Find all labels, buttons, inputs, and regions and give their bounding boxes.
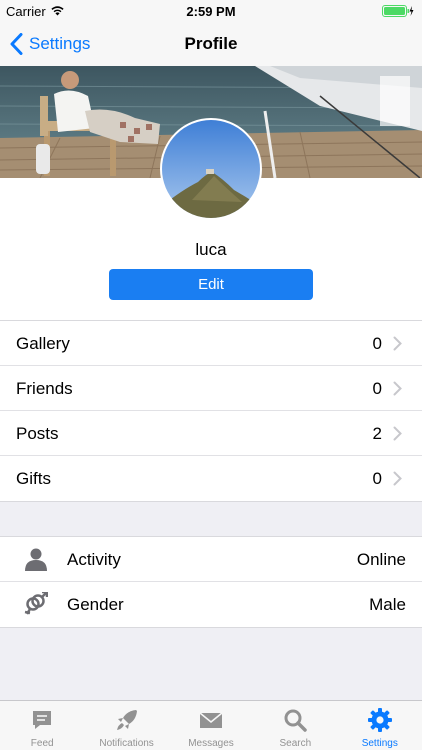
info-label: Gender bbox=[67, 595, 124, 614]
gifts-row[interactable]: Gifts 0 bbox=[0, 456, 422, 501]
tab-feed[interactable]: Feed bbox=[0, 701, 84, 750]
chevron-right-icon bbox=[393, 426, 402, 441]
status-bar: Carrier 2:59 PM bbox=[0, 0, 422, 22]
activity-row: Activity Online bbox=[0, 537, 422, 582]
gender-icon bbox=[24, 592, 48, 615]
chevron-right-icon bbox=[393, 336, 402, 351]
info-list: Activity Online Gender Male bbox=[0, 536, 422, 628]
stat-count: 0 bbox=[372, 334, 382, 353]
tab-label: Notifications bbox=[99, 738, 154, 749]
edit-profile-button[interactable]: Edit bbox=[109, 269, 313, 300]
gear-icon bbox=[338, 708, 422, 732]
stat-label: Friends bbox=[16, 379, 73, 398]
search-icon bbox=[253, 708, 337, 732]
tab-messages[interactable]: Messages bbox=[169, 701, 253, 750]
stat-label: Gallery bbox=[16, 334, 70, 353]
username: luca bbox=[195, 240, 227, 259]
stat-count: 2 bbox=[372, 424, 382, 443]
gender-row: Gender Male bbox=[0, 582, 422, 627]
clock: 2:59 PM bbox=[186, 4, 236, 19]
person-icon bbox=[25, 548, 47, 571]
tab-bar: Feed Notifications Messages Search Setti… bbox=[0, 700, 422, 750]
stat-label: Posts bbox=[16, 424, 59, 443]
stat-label: Gifts bbox=[16, 469, 51, 488]
friends-row[interactable]: Friends 0 bbox=[0, 366, 422, 411]
feed-icon bbox=[0, 708, 84, 732]
stat-count: 0 bbox=[372, 469, 382, 488]
page-title: Profile bbox=[184, 34, 238, 53]
tab-settings[interactable]: Settings bbox=[338, 701, 422, 750]
mail-icon bbox=[169, 708, 253, 732]
stats-list: Gallery 0 Friends 0 Posts 2 Gifts 0 bbox=[0, 320, 422, 502]
chevron-right-icon bbox=[393, 381, 402, 396]
info-value: Male bbox=[369, 595, 406, 614]
info-value: Online bbox=[356, 550, 406, 569]
posts-row[interactable]: Posts 2 bbox=[0, 411, 422, 456]
tab-label: Feed bbox=[30, 738, 54, 749]
info-label: Activity bbox=[67, 550, 121, 569]
tab-label: Search bbox=[279, 738, 312, 749]
gallery-row[interactable]: Gallery 0 bbox=[0, 321, 422, 366]
chevron-right-icon bbox=[393, 471, 402, 486]
rocket-icon bbox=[84, 708, 168, 732]
battery-icon bbox=[382, 5, 414, 17]
tab-label: Settings bbox=[361, 738, 398, 749]
tab-search[interactable]: Search bbox=[253, 701, 337, 750]
tab-label: Messages bbox=[188, 738, 234, 749]
avatar[interactable] bbox=[160, 118, 262, 220]
stat-count: 0 bbox=[372, 379, 382, 398]
navigation-bar: Settings Profile bbox=[0, 22, 422, 66]
tab-notifications[interactable]: Notifications bbox=[84, 701, 168, 750]
